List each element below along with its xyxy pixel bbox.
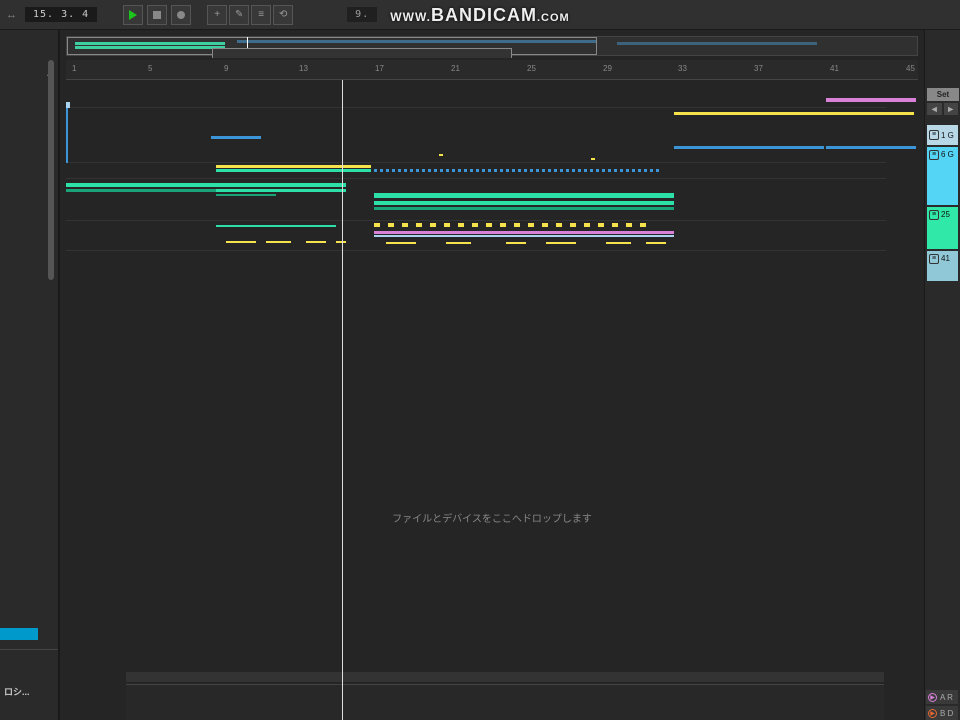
- nav-prev[interactable]: ◄: [927, 103, 942, 115]
- play-button[interactable]: [123, 5, 143, 25]
- tool-loop[interactable]: ⟲: [273, 5, 293, 25]
- midi-icon: ≡: [929, 150, 939, 160]
- track-row[interactable]: [66, 90, 886, 108]
- play-icon: ▶: [928, 693, 937, 702]
- track-header[interactable]: ≡41: [927, 251, 958, 281]
- beat-ruler[interactable]: 1 5 9 13 17 21 25 29 33 37 41 45: [66, 60, 918, 80]
- arrangement-view[interactable]: 1 5 9 13 17 21 25 29 33 37 41 45: [60, 30, 924, 720]
- track-header[interactable]: ≡6 G: [927, 147, 958, 205]
- return-track-a[interactable]: ▶A R: [926, 690, 958, 704]
- stop-button[interactable]: [147, 5, 167, 25]
- tool-pencil[interactable]: ✎: [229, 5, 249, 25]
- browser-panel: ▲ ロシ...: [0, 30, 60, 720]
- browser-scrollbar[interactable]: [48, 60, 54, 280]
- track-row[interactable]: [66, 163, 886, 179]
- track-header[interactable]: ≡25: [927, 207, 958, 249]
- track-row[interactable]: [66, 221, 886, 251]
- loop-brace[interactable]: [212, 48, 512, 58]
- midi-clip[interactable]: [826, 98, 916, 102]
- return-track-area[interactable]: [126, 684, 884, 720]
- stat-display[interactable]: 9.: [347, 7, 377, 22]
- transport-bar: ↔ 15. 3. 4 + ✎ ≡ ⟲ 9.: [0, 0, 960, 30]
- set-button[interactable]: Set: [927, 88, 959, 101]
- track-header[interactable]: ≡1 G: [927, 125, 958, 145]
- tool-quantize[interactable]: ≡: [251, 5, 271, 25]
- track-lanes[interactable]: [66, 90, 886, 660]
- midi-icon: ≡: [929, 130, 939, 140]
- tool-plus[interactable]: +: [207, 5, 227, 25]
- song-position[interactable]: 15. 3. 4: [25, 7, 97, 22]
- horizontal-scrollbar[interactable]: [126, 672, 884, 682]
- track-header-panel: Set ◄ ► ≡1 G ≡6 G ≡25 ≡41 ▶A R ▶B D: [924, 30, 960, 720]
- midi-icon: ≡: [929, 210, 939, 220]
- browser-selected-item[interactable]: [0, 628, 38, 640]
- play-icon: ▶: [928, 709, 937, 718]
- midi-icon: ≡: [929, 254, 939, 264]
- browser-footer-item[interactable]: ロシ...: [4, 685, 30, 698]
- nav-next[interactable]: ►: [944, 103, 959, 115]
- link-icon[interactable]: ↔: [6, 9, 17, 21]
- drop-files-hint: ファイルとデバイスをここへドロップします: [392, 510, 592, 525]
- return-track-b[interactable]: ▶B D: [926, 706, 958, 720]
- track-row[interactable]: [66, 108, 886, 163]
- track-row[interactable]: [66, 179, 886, 221]
- record-button[interactable]: [171, 5, 191, 25]
- playhead[interactable]: [342, 80, 343, 720]
